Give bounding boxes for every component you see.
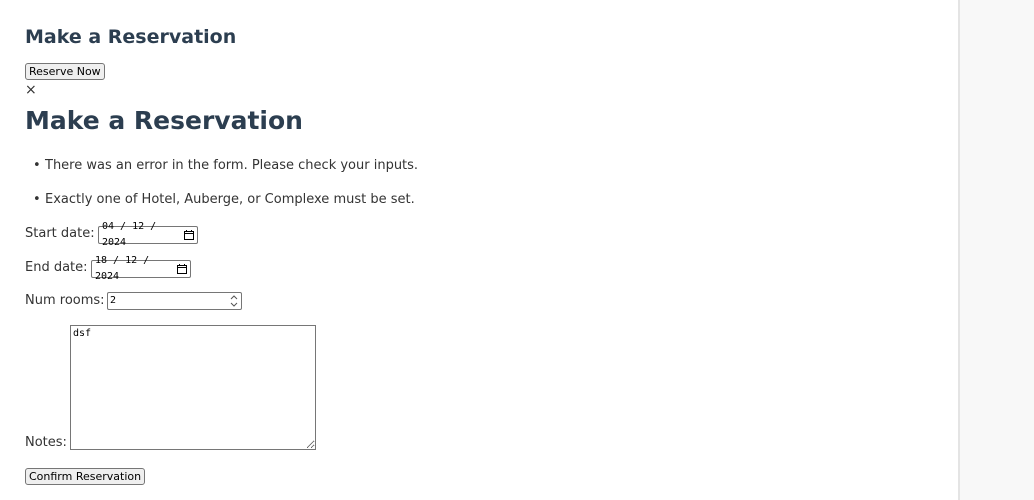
- number-spinner-icon[interactable]: [229, 294, 239, 308]
- num-rooms-label: Num rooms:: [25, 293, 105, 308]
- notes-label: Notes:: [25, 435, 67, 450]
- calendar-icon[interactable]: [184, 230, 194, 240]
- start-date-label: Start date:: [25, 226, 95, 241]
- error-message: There was an error in the form. Please c…: [45, 158, 419, 173]
- page: Make a Reservation Reserve Now × Make a …: [0, 0, 960, 500]
- modal-title: Make a Reservation: [25, 106, 303, 135]
- error-message: Exactly one of Hotel, Auberge, or Comple…: [45, 192, 415, 207]
- end-date-label: End date:: [25, 260, 88, 275]
- num-rooms-value: 2: [110, 295, 117, 306]
- close-icon[interactable]: ×: [25, 82, 37, 98]
- reserve-now-button[interactable]: Reserve Now: [25, 63, 105, 80]
- confirm-reservation-button[interactable]: Confirm Reservation: [25, 468, 146, 485]
- end-date-input[interactable]: 18 / 12 / 2024: [91, 255, 191, 282]
- calendar-icon[interactable]: [177, 264, 187, 274]
- start-date-value: 04 / 12 / 2024: [102, 221, 157, 248]
- start-date-input[interactable]: 04 / 12 / 2024: [98, 221, 198, 248]
- error-item: • Exactly one of Hotel, Auberge, or Comp…: [33, 192, 415, 207]
- error-item: • There was an error in the form. Please…: [33, 158, 419, 173]
- notes-textarea[interactable]: dsf: [70, 325, 316, 450]
- page-title: Make a Reservation: [25, 26, 237, 48]
- num-rooms-input[interactable]: 2: [107, 292, 242, 310]
- end-date-value: 18 / 12 / 2024: [95, 255, 150, 282]
